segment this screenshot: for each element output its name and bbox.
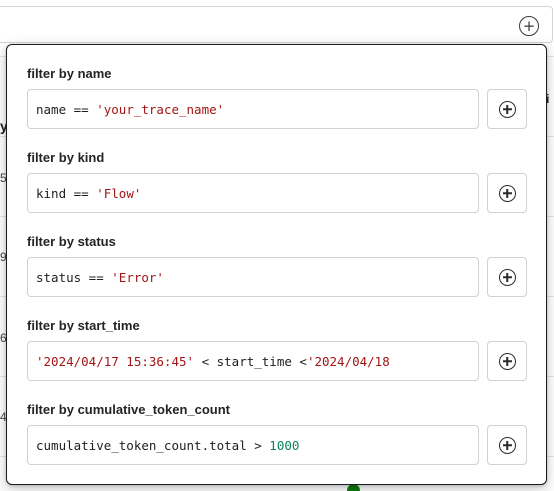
filter-row: name == 'your_trace_name' [27,89,527,129]
filter-suggestion: filter by name name == 'your_trace_name' [27,65,527,129]
add-filter-button[interactable] [487,257,527,297]
filter-suggestion: filter by cumulative_token_count cumulat… [27,401,527,465]
add-filter-icon[interactable]: + [519,16,539,36]
code-token-plain: cumulative_token_count.total > [36,437,270,453]
filter-suggestion: filter by status status == 'Error' [27,233,527,297]
filter-suggestion: filter by start_time '2024/04/17 15:36:4… [27,317,527,381]
filter-row: status == 'Error' [27,257,527,297]
search-bar[interactable] [0,6,553,43]
filter-expression[interactable]: name == 'your_trace_name' [27,89,479,129]
add-filter-button[interactable] [487,89,527,129]
add-filter-button[interactable] [487,425,527,465]
page: + y 5 9 6 4 i filter by name name == 'yo… [0,0,554,491]
code-token-string: 'Error' [111,269,164,285]
add-circle-icon [498,352,516,370]
filter-label: filter by cumulative_token_count [27,402,230,417]
filter-expression[interactable]: '2024/04/17 15:36:45' < start_time < '202… [27,341,479,381]
filter-suggestion: filter by kind kind == 'Flow' [27,149,527,213]
filter-row: '2024/04/17 15:36:45' < start_time < '202… [27,341,527,381]
status-success-icon [347,484,360,491]
code-token-plain: name == [36,101,97,117]
filter-suggestions-popup: filter by name name == 'your_trace_name'… [6,44,547,485]
filter-label: filter by start_time [27,318,140,333]
filter-label: filter by status [27,234,116,249]
add-filter-button[interactable] [487,173,527,213]
filter-label: filter by kind [27,150,105,165]
code-token-plain: < start_time < [194,353,307,369]
filter-expression[interactable]: kind == 'Flow' [27,173,479,213]
add-filter-button[interactable] [487,341,527,381]
code-token-string: '2024/04/17 15:36:45' [36,353,195,369]
code-token-plain: status == [36,269,112,285]
code-token-string: 'your_trace_name' [96,101,225,117]
code-token-number: 1000 [269,437,300,453]
filter-row: kind == 'Flow' [27,173,527,213]
add-circle-icon [498,100,516,118]
filter-row: cumulative_token_count.total > 1000 [27,425,527,465]
code-token-plain: kind == [36,185,97,201]
code-token-string: '2024/04/18 [306,353,390,369]
filter-expression[interactable]: cumulative_token_count.total > 1000 [27,425,479,465]
add-circle-icon [498,184,516,202]
filter-expression[interactable]: status == 'Error' [27,257,479,297]
add-circle-icon [498,268,516,286]
filter-label: filter by name [27,66,112,81]
add-circle-icon [498,436,516,454]
code-token-string: 'Flow' [96,185,142,201]
